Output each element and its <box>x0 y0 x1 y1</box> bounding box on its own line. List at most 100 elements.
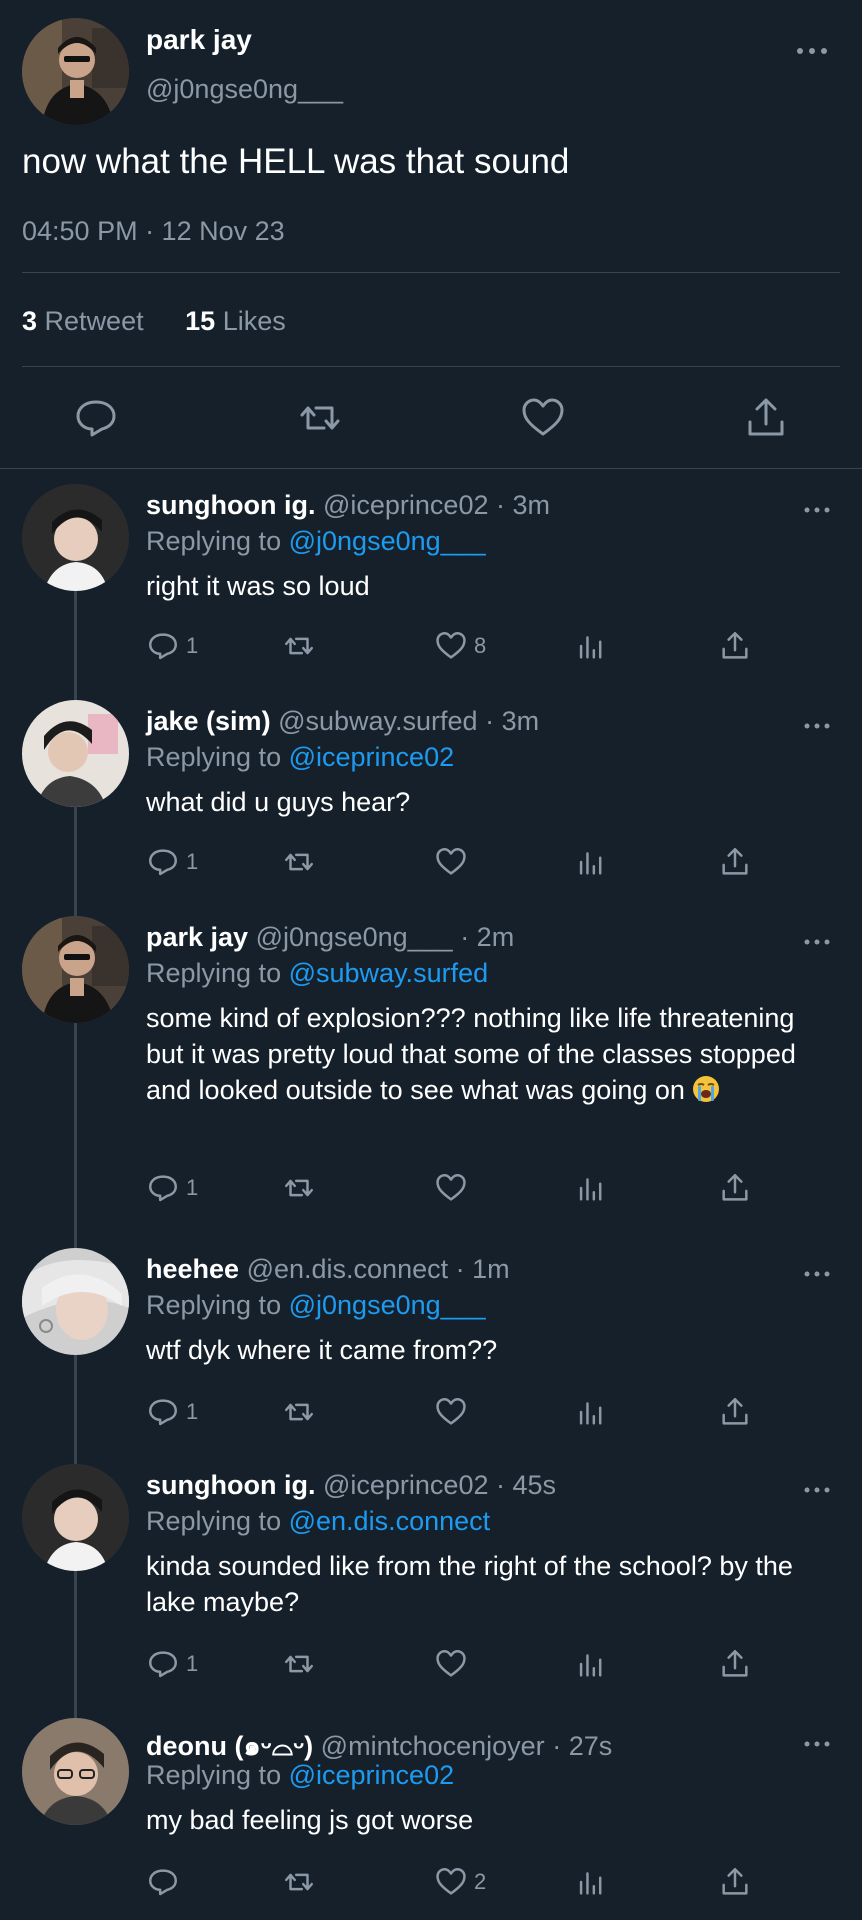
share-icon <box>722 848 748 875</box>
retweet-icon <box>285 853 313 871</box>
analytics-button[interactable] <box>574 842 608 882</box>
reply-tweet[interactable]: deonu (๑ᵕ⌓ᵕ) @mintchocenjoyer · 27s Repl… <box>0 1718 862 1918</box>
like-button[interactable] <box>434 1168 474 1208</box>
more-options-icon[interactable] <box>802 1268 832 1280</box>
divider <box>0 468 862 469</box>
replying-to-handle[interactable]: @j0ngse0ng___ <box>289 526 486 556</box>
like-button[interactable] <box>434 1644 474 1684</box>
avatar[interactable] <box>22 484 129 591</box>
author-name[interactable]: heehee <box>146 1254 239 1284</box>
reply-header: heehee @en.dis.connect · 1m <box>146 1254 510 1285</box>
analytics-button[interactable] <box>574 1392 608 1432</box>
author-handle[interactable]: @j0ngse0ng___ <box>146 74 343 105</box>
author-handle[interactable]: @iceprince02 <box>323 1470 489 1500</box>
avatar[interactable] <box>22 700 129 807</box>
likes-stat[interactable]: 15 Likes <box>185 306 294 336</box>
reply-count: 1 <box>186 1175 199 1200</box>
more-options-icon[interactable] <box>802 1484 832 1496</box>
reply-time: · 45s <box>496 1470 557 1500</box>
author-name[interactable]: jake (sim) <box>146 706 271 736</box>
author-handle[interactable]: @en.dis.connect <box>247 1254 449 1284</box>
like-icon <box>436 1868 466 1895</box>
retweet-button[interactable] <box>282 1644 316 1684</box>
reply-text-block: some kind of explosion??? nothing like l… <box>146 1000 806 1108</box>
retweet-button[interactable] <box>282 1168 316 1208</box>
author-handle[interactable]: @iceprince02 <box>323 490 489 520</box>
like-button[interactable] <box>434 1392 474 1432</box>
reply-tweet[interactable]: heehee @en.dis.connect · 1m Replying to … <box>0 1248 862 1438</box>
reply-text: right it was so loud <box>146 571 370 601</box>
retweet-button[interactable] <box>282 626 316 666</box>
author-name[interactable]: deonu (๑ᵕ⌓ᵕ) <box>146 1731 313 1761</box>
share-button[interactable] <box>718 1168 752 1208</box>
replying-to-label: Replying to <box>146 1506 282 1536</box>
author-handle[interactable]: @subway.surfed <box>278 706 478 736</box>
avatar[interactable] <box>22 916 129 1023</box>
replying-to-handle[interactable]: @subway.surfed <box>289 958 489 988</box>
author-handle[interactable]: @mintchocenjoyer <box>321 1731 545 1761</box>
retweet-button[interactable] <box>282 842 316 882</box>
reply-time: · 3m <box>485 706 540 736</box>
reply-button[interactable]: 1 <box>146 842 198 882</box>
reply-count: 1 <box>186 1399 199 1424</box>
reply-header: park jay @j0ngse0ng___ · 2m <box>146 922 514 953</box>
more-options-icon[interactable] <box>802 936 832 948</box>
reply-icon <box>149 849 177 876</box>
replying-to-label: Replying to <box>146 1760 282 1790</box>
reply-button[interactable]: 1 <box>146 626 198 666</box>
reply-button[interactable] <box>146 1862 186 1902</box>
reply-actions: 1 <box>0 1392 862 1432</box>
reply-button[interactable]: 1 <box>146 1392 198 1432</box>
reply-tweet[interactable]: sunghoon ig. @iceprince02 · 45s Replying… <box>0 1464 862 1690</box>
share-button[interactable] <box>718 1644 752 1684</box>
reply-tweet[interactable]: jake (sim) @subway.surfed · 3m Replying … <box>0 700 862 890</box>
share-button[interactable] <box>718 1392 752 1432</box>
share-icon[interactable] <box>742 394 790 442</box>
author-name[interactable]: park jay <box>146 24 252 56</box>
author-name[interactable]: sunghoon ig. <box>146 1470 315 1500</box>
analytics-button[interactable] <box>574 1168 608 1208</box>
like-button[interactable]: 8 <box>434 626 486 666</box>
replying-to-handle[interactable]: @j0ngse0ng___ <box>289 1290 486 1320</box>
retweet-stat[interactable]: 3 Retweet <box>22 306 152 336</box>
share-button[interactable] <box>718 842 752 882</box>
replying-to-handle[interactable]: @iceprince02 <box>289 742 455 772</box>
retweet-icon <box>285 1179 313 1197</box>
avatar[interactable] <box>22 1464 129 1571</box>
like-icon[interactable] <box>519 394 567 442</box>
share-button[interactable] <box>718 1862 752 1902</box>
like-button[interactable]: 2 <box>434 1862 486 1902</box>
share-icon <box>722 1650 748 1677</box>
avatar[interactable] <box>22 18 129 125</box>
analytics-button[interactable] <box>574 1644 608 1684</box>
reply-tweet[interactable]: park jay @j0ngse0ng___ · 2m Replying to … <box>0 916 862 1216</box>
analytics-button[interactable] <box>574 626 608 666</box>
reply-button[interactable]: 1 <box>146 1644 198 1684</box>
retweet-icon[interactable] <box>296 394 344 442</box>
author-name[interactable]: park jay <box>146 922 248 952</box>
avatar[interactable] <box>22 1718 129 1825</box>
author-name[interactable]: sunghoon ig. <box>146 490 315 520</box>
reply-actions: 1 <box>0 842 862 882</box>
more-options-icon[interactable] <box>802 1738 832 1750</box>
like-count: 2 <box>474 1869 487 1894</box>
reply-time: · 27s <box>552 1731 613 1761</box>
reply-tweet[interactable]: sunghoon ig. @iceprince02 · 3m Replying … <box>0 484 862 674</box>
avatar[interactable] <box>22 1248 129 1355</box>
retweet-button[interactable] <box>282 1392 316 1432</box>
like-button[interactable] <box>434 842 474 882</box>
author-handle[interactable]: @j0ngse0ng___ <box>256 922 453 952</box>
share-button[interactable] <box>718 626 752 666</box>
analytics-button[interactable] <box>574 1862 608 1902</box>
reply-button[interactable]: 1 <box>146 1168 198 1208</box>
replying-to-handle[interactable]: @en.dis.connect <box>289 1506 491 1536</box>
replying-to-label: Replying to <box>146 958 282 988</box>
more-options-icon[interactable] <box>802 504 832 516</box>
reply-icon[interactable] <box>72 394 120 442</box>
more-options-icon[interactable] <box>792 44 832 58</box>
retweet-button[interactable] <box>282 1862 316 1902</box>
replying-to-handle[interactable]: @iceprince02 <box>289 1760 455 1790</box>
tweet-text: now what the HELL was that sound <box>22 142 570 181</box>
more-options-icon[interactable] <box>802 720 832 732</box>
tweet-timestamp[interactable]: 04:50 PM · 12 Nov 23 <box>22 216 285 247</box>
